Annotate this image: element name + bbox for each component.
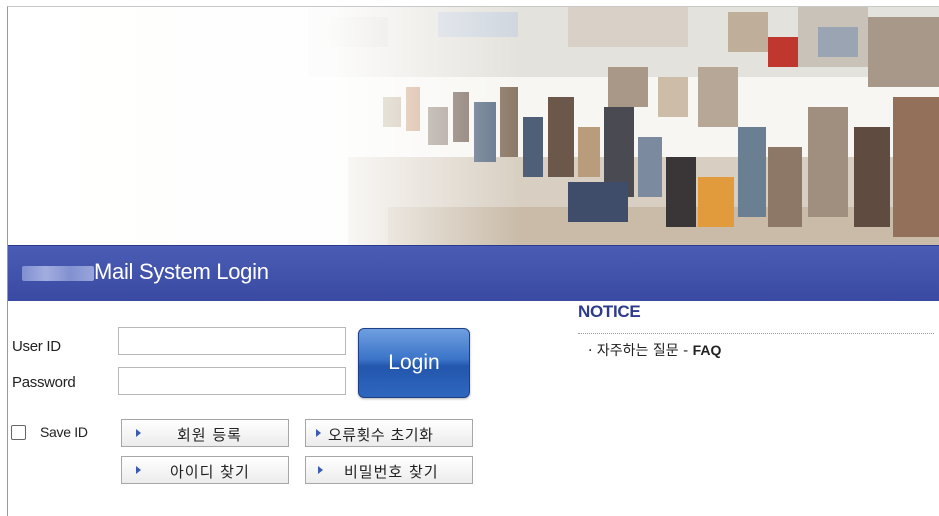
save-id-checkbox[interactable] <box>11 425 26 440</box>
find-password-button[interactable]: 비밀번호 찾기 <box>305 456 473 484</box>
find-password-label: 비밀번호 찾기 <box>344 463 439 481</box>
page-title: Mail System Login <box>94 259 269 284</box>
login-button[interactable]: Login <box>358 328 470 398</box>
triangle-right-icon <box>318 466 323 474</box>
notice-heading: NOTICE <box>578 302 641 321</box>
user-id-input[interactable] <box>118 327 346 355</box>
register-button-label: 회원 등록 <box>177 426 242 444</box>
login-title-bar: Mail System Login <box>8 245 939 301</box>
password-label: Password <box>12 374 76 391</box>
user-id-label: User ID <box>12 338 61 355</box>
notice-item-text: · 자주하는 질문 - <box>588 343 693 359</box>
reset-error-count-button[interactable]: 오류횟수 초기화 <box>305 419 473 447</box>
find-id-label: 아이디 찾기 <box>170 463 250 481</box>
triangle-right-icon <box>136 429 141 437</box>
reset-error-count-label: 오류횟수 초기화 <box>328 426 434 444</box>
notice-divider <box>578 333 934 334</box>
notice-item-faq[interactable]: · 자주하는 질문 - FAQ <box>588 340 721 360</box>
password-input[interactable] <box>118 367 346 395</box>
organization-name-redacted <box>22 266 94 281</box>
triangle-right-icon <box>136 466 141 474</box>
register-button[interactable]: 회원 등록 <box>121 419 289 447</box>
faq-link[interactable]: FAQ <box>693 342 722 358</box>
triangle-right-icon <box>316 429 321 437</box>
save-id-label: Save ID <box>40 424 88 440</box>
header-banner-image <box>8 7 939 245</box>
find-id-button[interactable]: 아이디 찾기 <box>121 456 289 484</box>
